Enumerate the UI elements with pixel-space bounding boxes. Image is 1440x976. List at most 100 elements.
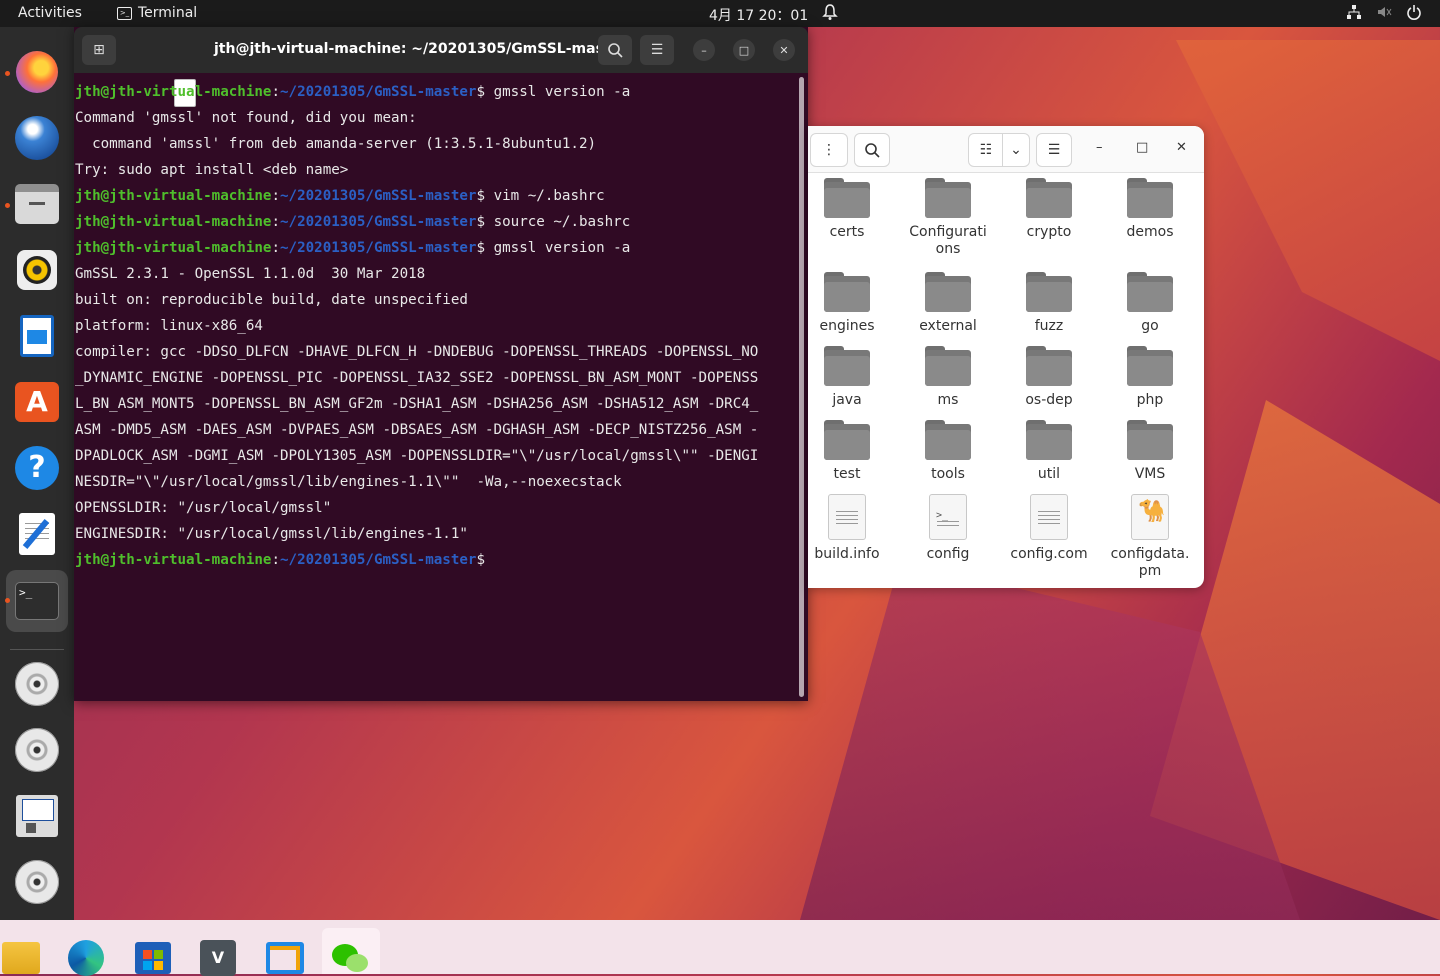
chevron-down-icon: ⌄	[1010, 142, 1022, 158]
terminal-header: ⊞ jth@jth-virtual-machine: ~/20201305/Gm…	[74, 27, 808, 73]
folder-item[interactable]: tools	[898, 420, 998, 483]
prompt-colon: :	[271, 214, 281, 230]
prompt-dollar: $	[476, 188, 494, 204]
volume-muted-icon	[1378, 7, 1392, 17]
prompt-user: jth@jth-virtual-machine	[75, 214, 272, 230]
scrollbar[interactable]	[799, 77, 804, 697]
close-button[interactable]: ✕	[1176, 140, 1187, 155]
folder-item[interactable]: go	[1100, 272, 1200, 335]
search-button[interactable]	[598, 35, 632, 65]
text-file-icon	[1030, 494, 1068, 540]
prompt-path: ~/20201305/GmSSL-master	[280, 84, 477, 100]
command-line: jth@jth-virtual-machine:~/20201305/GmSSL…	[75, 183, 797, 209]
more-options-button[interactable]: ⋮	[810, 133, 848, 167]
system-tray[interactable]	[1346, 4, 1422, 20]
output-line: Try: sudo apt install <deb name>	[75, 162, 349, 178]
running-indicator	[5, 203, 10, 208]
folder-item[interactable]: demos	[1100, 178, 1200, 241]
rhythmbox-icon[interactable]	[14, 247, 60, 293]
folder-icon	[1127, 178, 1173, 218]
file-label: php	[1136, 392, 1164, 408]
list-view-button[interactable]: ☷	[968, 133, 1004, 167]
firefox-icon[interactable]	[14, 49, 60, 95]
prompt-path: ~/20201305/GmSSL-master	[280, 188, 477, 204]
maximize-button[interactable]: □	[1136, 140, 1148, 155]
prompt-dollar: $	[476, 214, 494, 230]
files-icon[interactable]	[14, 181, 60, 227]
folder-item[interactable]: fuzz	[999, 272, 1099, 335]
terminal-output[interactable]: jth@jth-virtual-machine: ~/20201305/GmSSL…	[75, 79, 797, 573]
minimize-button[interactable]: –	[693, 39, 715, 61]
terminal-window[interactable]: ⊞ jth@jth-virtual-machine: ~/20201305/Gm…	[74, 27, 808, 701]
folder-icon	[824, 272, 870, 312]
folder-item[interactable]: VMS	[1100, 420, 1200, 483]
remote-icon[interactable]	[266, 942, 304, 974]
folder-item[interactable]: Configurati ons	[898, 178, 998, 258]
view-options-button[interactable]: ⌄	[1002, 133, 1030, 167]
minimize-button[interactable]: –	[1096, 140, 1103, 155]
command-line: jth@jth-virtual-machine:~/20201305/GmSSL…	[75, 209, 797, 235]
file-label: config	[926, 546, 970, 562]
file-label: Configurati ons	[909, 224, 987, 257]
folder-item[interactable]: php	[1100, 346, 1200, 409]
folder-item[interactable]: certs	[808, 178, 897, 241]
file-item[interactable]: >_ config	[898, 494, 998, 563]
disc-icon[interactable]	[14, 661, 60, 707]
help-icon[interactable]: ?	[14, 445, 60, 491]
command-line: jth@jth-virtual-machine:~/20201305/GmSSL…	[75, 235, 797, 261]
folder-icon	[824, 178, 870, 218]
wechat-icon[interactable]	[332, 940, 368, 974]
file-label: certs	[829, 224, 865, 240]
file-label: tools	[931, 466, 965, 482]
disc-icon[interactable]	[14, 859, 60, 905]
folder-icon	[925, 346, 971, 386]
close-button[interactable]: ✕	[773, 39, 795, 61]
clock[interactable]: 4月 17 20：01	[709, 5, 808, 25]
new-tab-button[interactable]: ⊞	[82, 35, 116, 65]
thunderbird-icon[interactable]	[14, 115, 60, 161]
output-line: OPENSSLDIR: "/usr/local/gmssl"	[75, 500, 332, 516]
bell-icon[interactable]	[822, 3, 838, 25]
file-label: VMS	[1134, 466, 1166, 482]
vmware-icon[interactable]: V	[200, 940, 236, 976]
terminal-icon[interactable]: >_	[6, 570, 68, 632]
output-line: ENGINESDIR: "/usr/local/gmssl/lib/engine…	[75, 526, 468, 542]
activities-button[interactable]: Activities	[18, 5, 82, 21]
maximize-button[interactable]: □	[733, 39, 755, 61]
search-button[interactable]	[854, 133, 890, 167]
folder-item[interactable]: os-dep	[999, 346, 1099, 409]
file-manager-window[interactable]: ⋮ ☷ ⌄ ☰ – □ ✕ certs Configurati ons crypto…	[808, 126, 1204, 588]
disc-icon[interactable]	[14, 727, 60, 773]
file-label: external	[919, 318, 977, 334]
file-explorer-icon[interactable]	[2, 942, 40, 974]
file-item[interactable]: build.info	[808, 494, 897, 563]
prompt-dollar: $	[476, 84, 494, 100]
prompt-dollar: $	[476, 240, 494, 256]
edge-icon[interactable]	[68, 940, 104, 976]
folder-item[interactable]: java	[808, 346, 897, 409]
file-label: go	[1141, 318, 1159, 334]
store-icon[interactable]	[135, 942, 171, 974]
text-editor-icon[interactable]	[14, 511, 60, 557]
folder-item[interactable]: engines	[808, 272, 897, 335]
file-item[interactable]: 🐪 configdata. pm	[1100, 494, 1200, 580]
folder-item[interactable]: ms	[898, 346, 998, 409]
folder-icon	[925, 272, 971, 312]
file-label: crypto	[1026, 224, 1072, 240]
folder-item[interactable]: crypto	[999, 178, 1099, 241]
folder-item[interactable]: test	[808, 420, 897, 483]
output-line: ASM -DMD5_ASM -DAES_ASM -DVPAES_ASM -DBS…	[75, 422, 759, 438]
writer-icon[interactable]	[14, 313, 60, 359]
file-item[interactable]: config.com	[999, 494, 1099, 563]
menu-button[interactable]: ☰	[1036, 133, 1072, 167]
folder-item[interactable]: external	[898, 272, 998, 335]
app-menu[interactable]: >_ Terminal	[117, 5, 197, 21]
folder-icon	[1127, 272, 1173, 312]
prompt-colon: :	[271, 240, 281, 256]
menu-button[interactable]: ☰	[640, 35, 674, 65]
folder-item[interactable]: util	[999, 420, 1099, 483]
folder-icon	[824, 346, 870, 386]
file-manager-toolbar: ⋮ ☷ ⌄ ☰ – □ ✕	[808, 126, 1204, 173]
software-icon[interactable]: A	[14, 379, 60, 425]
floppy-icon[interactable]	[14, 793, 60, 839]
